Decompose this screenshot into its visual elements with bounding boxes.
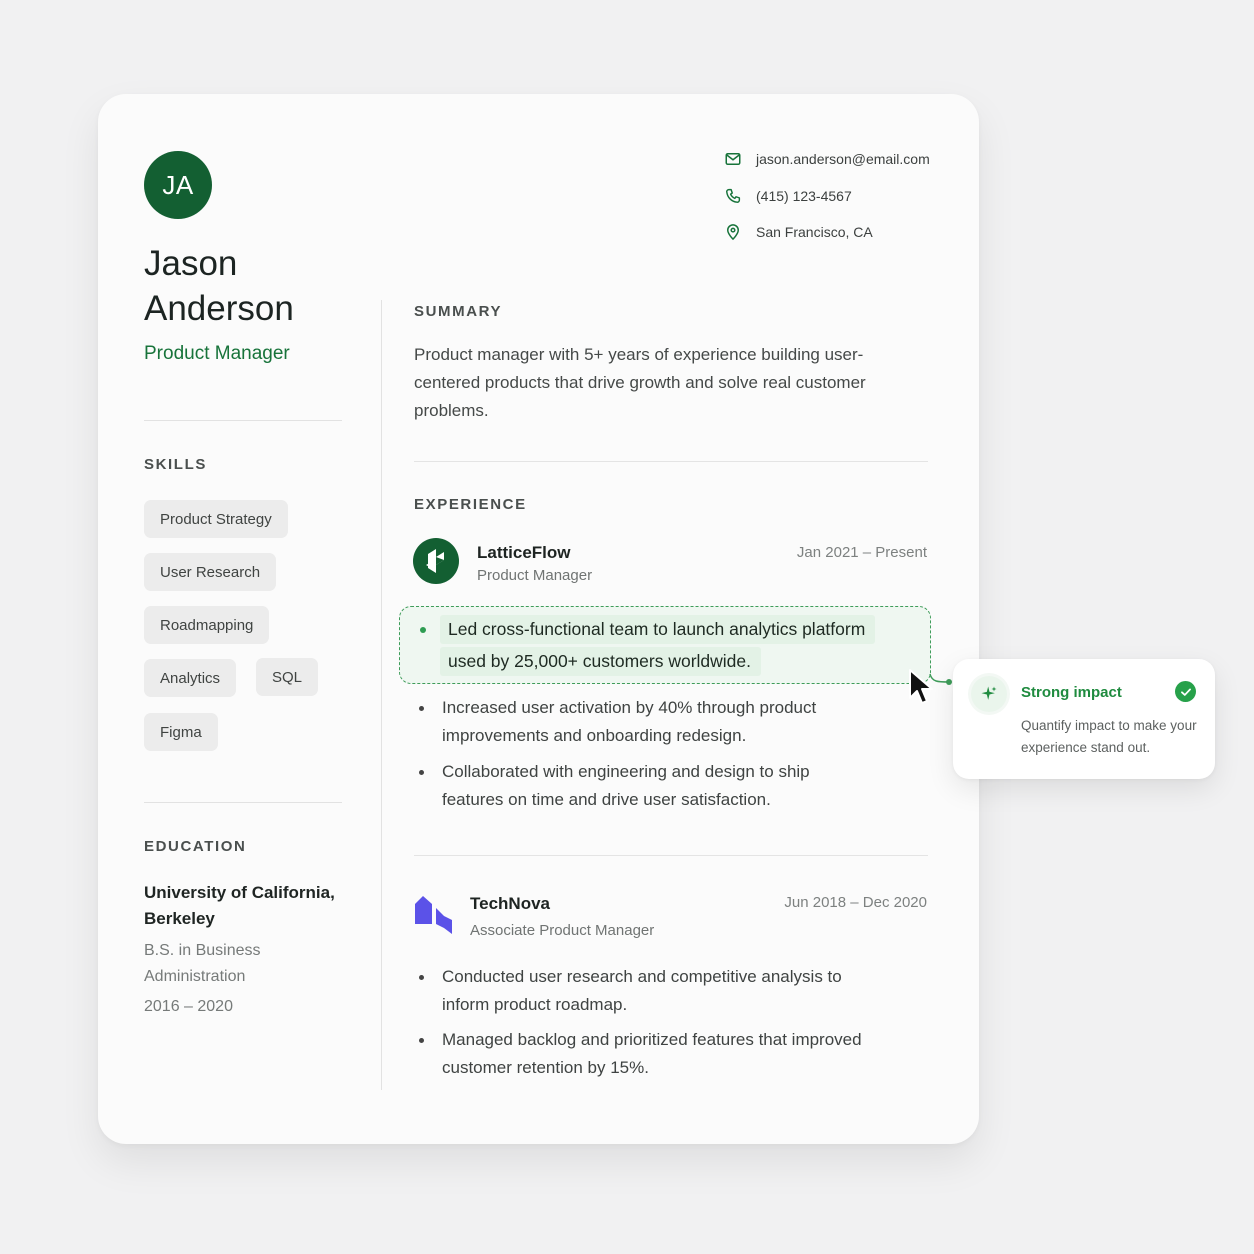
bullet-text: Increased user activation by 40% through… bbox=[442, 698, 817, 745]
company-name: LatticeFlow bbox=[477, 543, 571, 562]
avatar: JA bbox=[144, 151, 212, 219]
bullet-dot bbox=[420, 627, 426, 633]
location-pin-icon bbox=[726, 224, 740, 241]
skill-chip[interactable]: Figma bbox=[144, 713, 218, 751]
bullet-dot bbox=[419, 706, 424, 711]
contact-location: San Francisco, CA bbox=[724, 223, 873, 241]
feedback-icon-badge bbox=[971, 676, 1007, 712]
candidate-name: Jason Anderson bbox=[144, 241, 294, 331]
bullet-dot bbox=[419, 1038, 424, 1043]
bullet-text: Managed backlog and prioritized features… bbox=[442, 1030, 862, 1077]
skill-chip[interactable]: Analytics bbox=[144, 659, 237, 697]
experience-bullet: Increased user activation by 40% through… bbox=[419, 694, 849, 750]
bullet-dot bbox=[419, 770, 424, 775]
feedback-title: Strong impact bbox=[1021, 684, 1122, 701]
last-name: Anderson bbox=[144, 289, 294, 328]
location-text: San Francisco, CA bbox=[756, 224, 873, 240]
technova-logo-icon bbox=[415, 896, 452, 934]
mouse-cursor-icon bbox=[909, 669, 933, 704]
skill-chip[interactable]: Product Strategy bbox=[144, 500, 288, 538]
experience-heading: EXPERIENCE bbox=[414, 496, 527, 513]
sparkle-icon bbox=[981, 686, 997, 700]
skill-chip[interactable]: Roadmapping bbox=[144, 606, 270, 644]
email-text: jason.anderson@email.com bbox=[756, 151, 930, 167]
latticeflow-logo-icon bbox=[413, 538, 459, 584]
divider bbox=[144, 802, 342, 803]
contact-phone[interactable]: (415) 123-4567 bbox=[724, 187, 852, 205]
skills-heading: SKILLS bbox=[144, 456, 207, 473]
job-position: Associate Product Manager bbox=[470, 922, 655, 939]
job-dates: Jun 2018 – Dec 2020 bbox=[784, 894, 927, 911]
first-name: Jason bbox=[144, 244, 238, 283]
check-icon bbox=[1175, 681, 1196, 702]
experience-bullet: Managed backlog and prioritized features… bbox=[419, 1026, 889, 1082]
summary-text: Product manager with 5+ years of experie… bbox=[414, 345, 866, 420]
education-school: University of California, Berkeley bbox=[144, 883, 335, 928]
feedback-description: Quantify impact to make your experience … bbox=[1021, 718, 1197, 755]
education-degree: B.S. in Business Administration bbox=[144, 942, 261, 985]
education-years: 2016 – 2020 bbox=[144, 998, 233, 1015]
job-position: Product Manager bbox=[477, 567, 593, 584]
mail-icon bbox=[725, 153, 741, 165]
job-dates: Jan 2021 – Present bbox=[796, 544, 927, 561]
experience-bullet: Conducted user research and competitive … bbox=[419, 963, 869, 1019]
feedback-tooltip: Strong impact Quantify impact to make yo… bbox=[953, 659, 1215, 779]
phone-text: (415) 123-4567 bbox=[756, 188, 852, 204]
divider bbox=[144, 420, 342, 421]
skill-chip[interactable]: SQL bbox=[256, 658, 319, 696]
phone-icon bbox=[726, 188, 741, 203]
candidate-title: Product Manager bbox=[144, 343, 290, 364]
education-heading: EDUCATION bbox=[144, 838, 247, 855]
divider bbox=[414, 461, 928, 462]
highlighted-bullet-line: Led cross-functional team to launch anal… bbox=[440, 615, 876, 644]
contact-email[interactable]: jason.anderson@email.com bbox=[724, 150, 930, 168]
bullet-text: Collaborated with engineering and design… bbox=[442, 762, 810, 809]
bullet-dot bbox=[419, 975, 424, 980]
skill-chip[interactable]: User Research bbox=[144, 553, 277, 591]
column-divider bbox=[381, 300, 382, 1090]
divider bbox=[414, 855, 928, 856]
resume-card: JA Jason Anderson Product Manager SKILLS… bbox=[98, 94, 979, 1144]
company-name: TechNova bbox=[470, 894, 550, 913]
bullet-text: Conducted user research and competitive … bbox=[442, 967, 842, 1014]
experience-bullet: Collaborated with engineering and design… bbox=[419, 758, 849, 814]
highlighted-bullet-line: used by 25,000+ customers worldwide. bbox=[440, 647, 762, 676]
summary-heading: SUMMARY bbox=[414, 303, 503, 320]
